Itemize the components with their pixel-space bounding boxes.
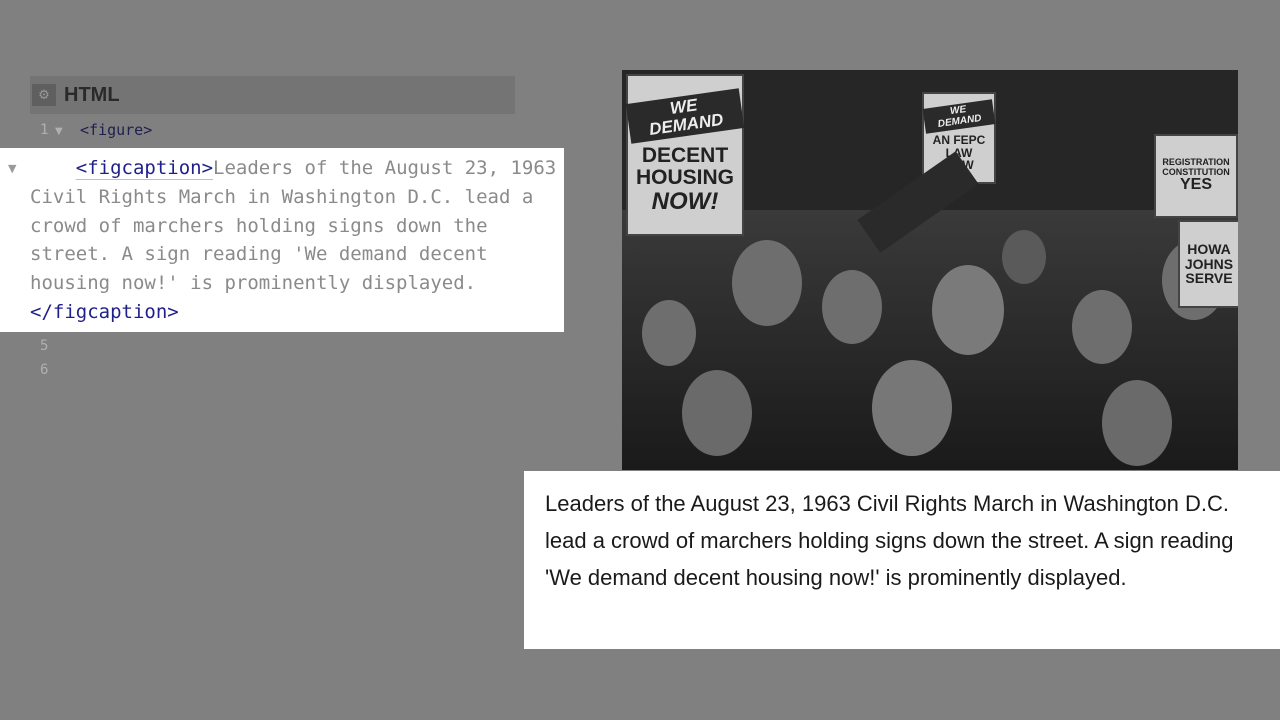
crowd — [622, 210, 1238, 470]
editor-panel-header: ⚙ HTML — [30, 76, 515, 114]
fold-arrow-icon[interactable]: ▼ — [55, 126, 63, 137]
panel-title: HTML — [64, 83, 120, 106]
figcaption-close-tag: </figcaption> — [30, 300, 179, 323]
line-number: 1 — [40, 122, 49, 138]
sign-howard-johnson: HOWA JOHNS SERVE — [1178, 220, 1238, 308]
sign-decent-housing: WE DEMAND DECENT HOUSING NOW! — [625, 74, 745, 236]
figcaption-open-tag: <figcaption> — [75, 157, 214, 179]
highlighted-code-card: ▼ <figcaption>Leaders of the August 23, … — [0, 148, 564, 332]
code-line-figure[interactable]: <figure> — [80, 121, 152, 139]
rendered-caption-card: Leaders of the August 23, 1963 Civil Rig… — [524, 471, 1280, 649]
figcaption-text-rest: Civil Rights March in Washington D.C. le… — [30, 185, 534, 295]
figcaption-code[interactable]: <figcaption>Leaders of the August 23, 19… — [30, 154, 556, 327]
gear-icon[interactable]: ⚙ — [32, 84, 56, 106]
line-number: 5 — [40, 338, 49, 354]
march-photo: WE DEMAND DECENT HOUSING NOW! WE DEMAND … — [622, 70, 1238, 470]
line-number: 6 — [40, 362, 49, 378]
fold-arrow-icon[interactable]: ▼ — [8, 162, 16, 175]
rendered-caption: Leaders of the August 23, 1963 Civil Rig… — [545, 491, 1234, 590]
figcaption-text-first: Leaders of the August 23, 1963 — [213, 157, 557, 179]
sign-registration: REGISTRATION CONSTITUTION YES — [1154, 134, 1238, 218]
